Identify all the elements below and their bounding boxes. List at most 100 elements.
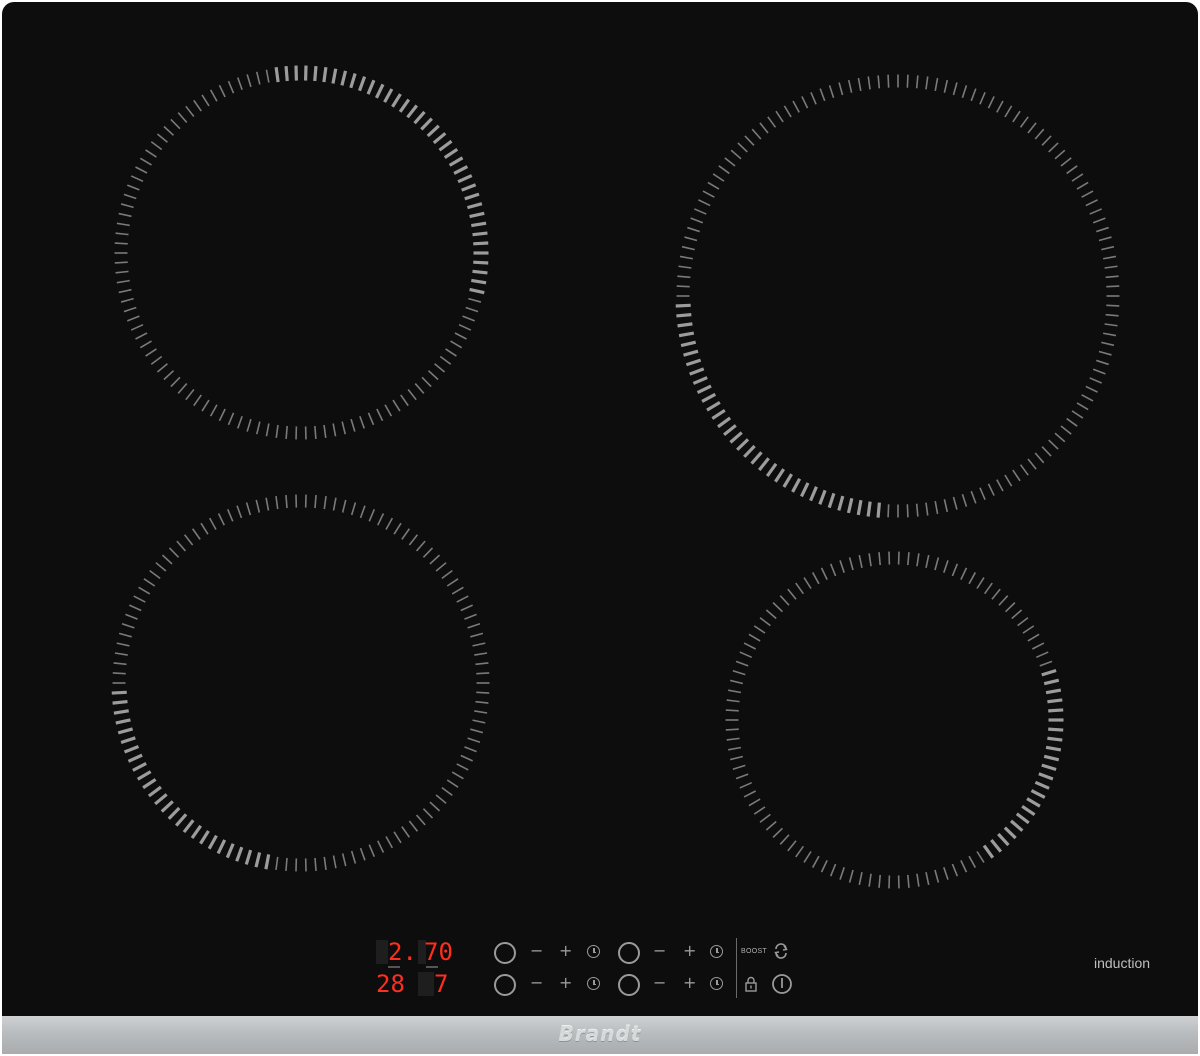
plus-button[interactable]: +	[683, 975, 696, 991]
zone-tick-mark	[111, 690, 127, 695]
zone-select-button-front-left[interactable]	[494, 942, 516, 964]
zone-tick-mark	[858, 872, 863, 886]
zone-tick-mark	[803, 851, 812, 863]
zone-tick-mark	[313, 65, 318, 82]
zone-tick-mark	[470, 632, 484, 638]
zone-tick-mark	[374, 83, 385, 99]
zone-tick-mark	[753, 806, 766, 815]
zone-tick-mark	[960, 860, 968, 873]
zone-tick-mark	[227, 412, 235, 426]
zone-tick-mark	[350, 418, 356, 432]
boost-button[interactable]: BOOST	[741, 948, 767, 955]
zone-tick-mark	[139, 157, 152, 166]
boost-cycle-icon[interactable]	[772, 942, 790, 960]
zone-tick-mark	[139, 340, 152, 349]
plus-button[interactable]: +	[683, 943, 696, 959]
zone-tick-mark	[156, 363, 168, 373]
brand-logo: Brandt	[558, 1022, 642, 1046]
zone-tick-mark	[456, 763, 469, 771]
zone-tick-mark	[856, 499, 863, 516]
zone-tick-mark	[1085, 385, 1098, 393]
power-icon[interactable]	[771, 973, 793, 995]
zone-tick-mark	[694, 208, 707, 215]
zone-tick-mark	[827, 492, 836, 509]
zone-tick-mark	[1041, 763, 1057, 772]
zone-tick-mark	[1034, 128, 1045, 140]
zone-tick-mark	[1071, 410, 1084, 419]
minus-button[interactable]: −	[653, 975, 666, 991]
zone-tick-mark	[951, 563, 959, 577]
zone-tick-mark	[314, 495, 317, 509]
zone-tick-mark	[453, 165, 469, 175]
zone-tick-mark	[982, 844, 995, 859]
zone-tick-mark	[1019, 464, 1029, 476]
zone-tick-mark	[1096, 359, 1109, 366]
timer-icon[interactable]	[587, 977, 600, 990]
zone-tick-mark	[943, 499, 949, 513]
zone-tick-mark	[474, 652, 488, 656]
zone-tick-mark	[684, 236, 698, 242]
zone-tick-mark	[114, 261, 128, 264]
zone-tick-mark	[161, 554, 173, 565]
zone-tick-mark	[858, 554, 863, 568]
zone-select-button-rear-left[interactable]	[494, 974, 516, 996]
zone-tick-mark	[960, 567, 968, 580]
zone-tick-mark	[687, 226, 700, 233]
zone-tick-mark	[1101, 245, 1115, 251]
zone-select-button-rear-right[interactable]	[618, 974, 640, 996]
zone-tick-mark	[446, 779, 459, 788]
zone-tick-mark	[996, 479, 1004, 492]
display-top-right: 70	[424, 938, 453, 966]
zone-tick-mark	[168, 547, 180, 558]
zone-tick-mark	[795, 582, 804, 595]
zone-tick-mark	[426, 124, 440, 138]
zone-tick-mark	[235, 846, 244, 862]
zone-tick-mark	[456, 595, 469, 603]
zone-tick-mark	[729, 431, 743, 444]
lock-icon[interactable]	[744, 976, 758, 992]
zone-tick-mark	[471, 278, 487, 285]
zone-tick-mark	[123, 193, 137, 200]
zone-tick-mark	[765, 462, 778, 477]
zone-tick-mark	[725, 728, 739, 731]
zone-tick-mark	[149, 569, 161, 579]
zone-tick-mark	[779, 595, 790, 606]
timer-icon[interactable]	[710, 977, 723, 990]
zone-tick-mark	[692, 376, 708, 385]
zone-tick-mark	[925, 76, 929, 90]
zone-tick-mark	[460, 754, 473, 762]
zone-tick-mark	[475, 700, 489, 704]
zone-tick-mark	[916, 873, 920, 887]
zone-tick-mark	[163, 125, 175, 136]
zone-tick-mark	[765, 820, 777, 831]
zone-tick-mark	[676, 313, 692, 318]
timer-icon[interactable]	[710, 945, 723, 958]
zone-tick-mark	[255, 71, 261, 85]
zone-tick-mark	[743, 790, 757, 798]
zone-tick-mark	[925, 554, 930, 568]
zone-tick-mark	[712, 173, 725, 182]
timer-icon[interactable]	[587, 945, 600, 958]
zone-tick-mark	[772, 602, 783, 613]
zone-tick-mark	[208, 517, 217, 530]
zone-tick-mark	[1060, 425, 1072, 435]
zone-tick-mark	[135, 166, 148, 174]
plus-button[interactable]: +	[559, 943, 572, 959]
zone-tick-mark	[377, 840, 385, 853]
zone-tick-mark	[698, 199, 711, 207]
zone-tick-mark	[758, 457, 770, 471]
zone-tick-mark	[458, 323, 472, 331]
zone-tick-mark	[183, 534, 194, 546]
zone-select-button-front-right[interactable]	[618, 942, 640, 964]
minus-button[interactable]: −	[653, 943, 666, 959]
zone-tick-mark	[429, 801, 441, 812]
cooking-zones	[111, 65, 1120, 889]
zone-tick-mark	[190, 824, 203, 839]
zone-tick-mark	[1041, 446, 1052, 457]
zone-tick-mark	[385, 836, 394, 849]
zone-tick-mark	[828, 85, 835, 98]
minus-button[interactable]: −	[530, 975, 543, 991]
zone-tick-mark	[811, 572, 820, 585]
plus-button[interactable]: +	[559, 975, 572, 991]
minus-button[interactable]: −	[530, 943, 543, 959]
